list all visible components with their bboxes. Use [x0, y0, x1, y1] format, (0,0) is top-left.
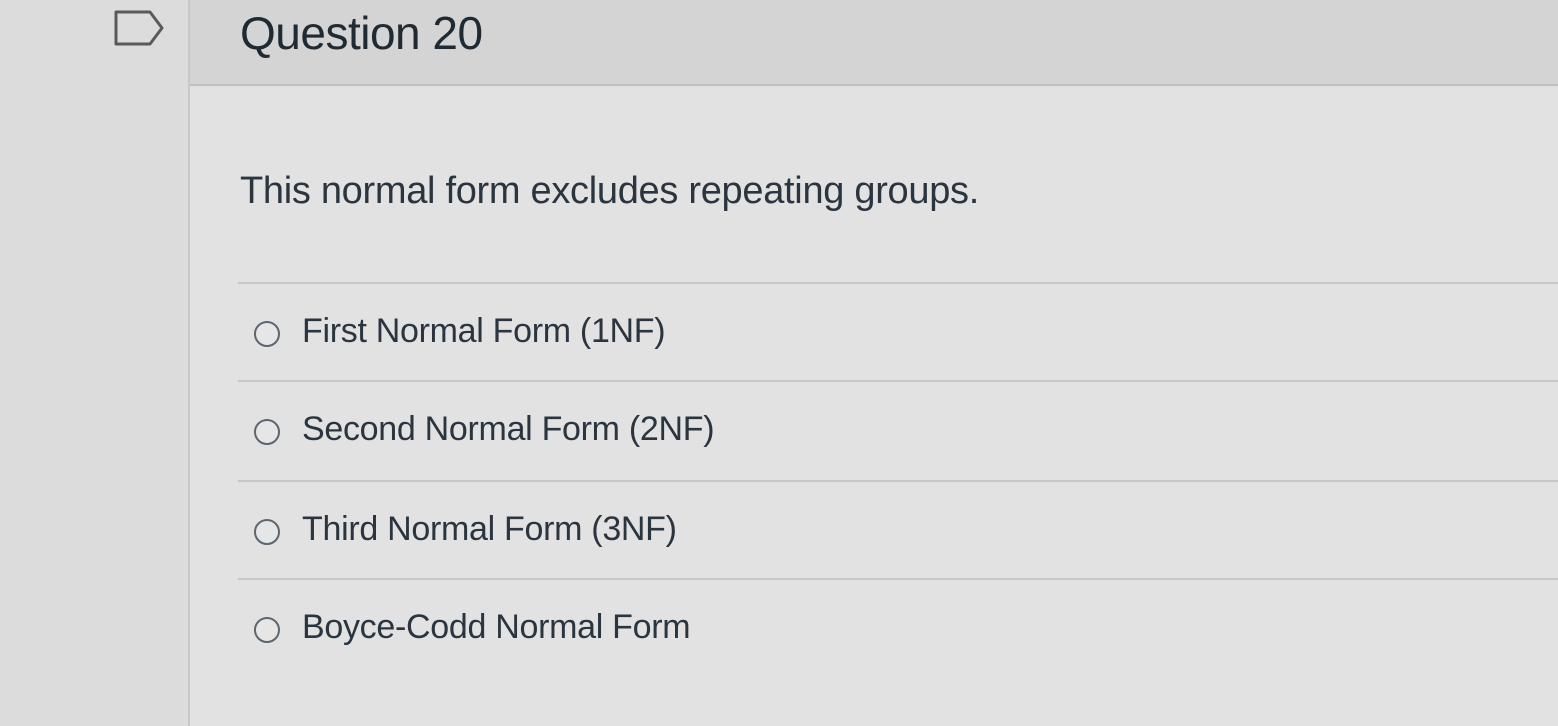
- question-header: Question 20: [190, 0, 1558, 86]
- flag-question-icon[interactable]: [112, 8, 168, 48]
- radio-unselected-icon[interactable]: [254, 321, 280, 347]
- radio-unselected-icon[interactable]: [254, 617, 280, 643]
- answer-option-3nf[interactable]: Third Normal Form (3NF): [238, 480, 1558, 578]
- question-text: This normal form excludes repeating grou…: [240, 170, 980, 212]
- answer-option-bcnf[interactable]: Boyce-Codd Normal Form: [238, 578, 1558, 676]
- answer-option-1nf[interactable]: First Normal Form (1NF): [238, 282, 1558, 380]
- left-gutter: [0, 0, 188, 726]
- answer-label[interactable]: Boyce-Codd Normal Form: [302, 608, 691, 647]
- radio-unselected-icon[interactable]: [254, 419, 280, 445]
- answer-label[interactable]: First Normal Form (1NF): [302, 312, 666, 351]
- quiz-page: Question 20 This normal form excludes re…: [0, 0, 1558, 726]
- question-title: Question 20: [240, 7, 483, 59]
- answer-option-2nf[interactable]: Second Normal Form (2NF): [238, 380, 1558, 480]
- answer-label[interactable]: Second Normal Form (2NF): [302, 410, 715, 449]
- radio-unselected-icon[interactable]: [254, 519, 280, 545]
- answer-label[interactable]: Third Normal Form (3NF): [302, 510, 677, 549]
- question-card: Question 20 This normal form excludes re…: [188, 0, 1558, 726]
- answer-list: First Normal Form (1NF) Second Normal Fo…: [238, 282, 1558, 676]
